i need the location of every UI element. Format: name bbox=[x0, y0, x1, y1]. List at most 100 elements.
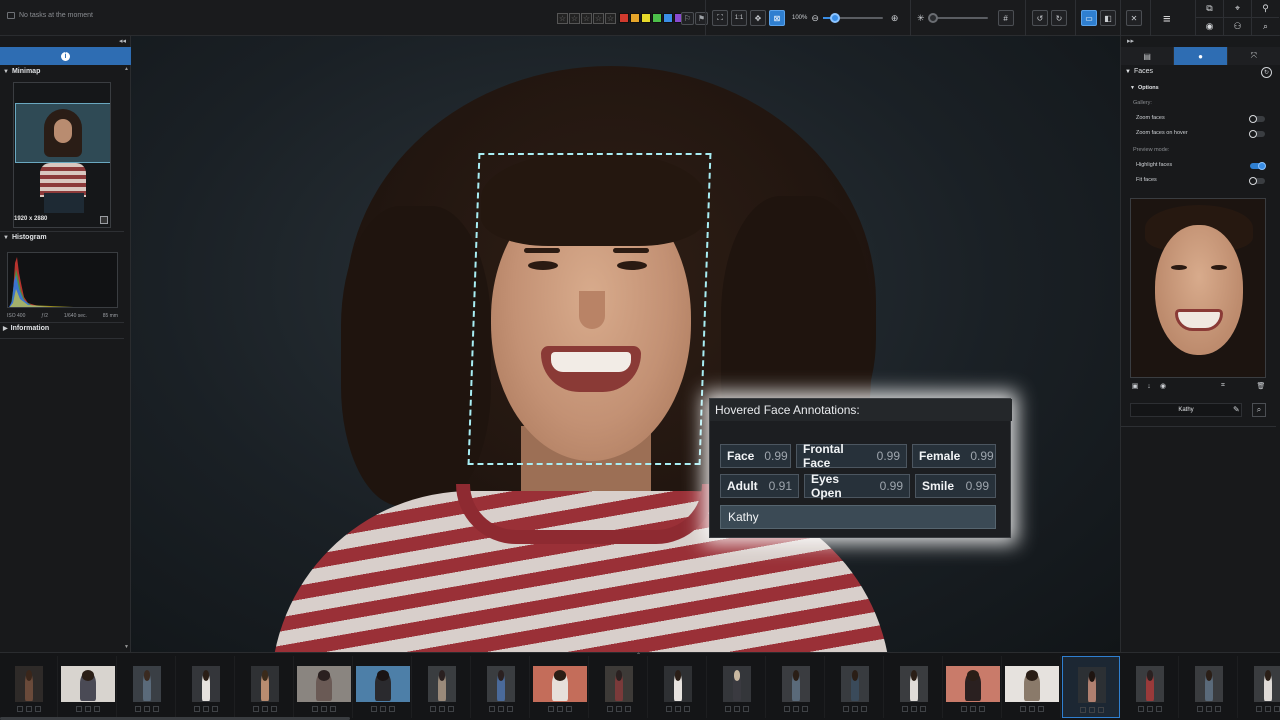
collapse-right-icon[interactable]: ▸▸ bbox=[1127, 37, 1134, 45]
filmstrip-thumbnail[interactable] bbox=[649, 656, 707, 718]
tag-female[interactable]: Female 0.99 bbox=[912, 444, 996, 468]
flag-icon[interactable] bbox=[548, 706, 554, 712]
filmstrip-thumbnail[interactable] bbox=[708, 656, 766, 718]
color-label-swatch[interactable] bbox=[652, 13, 662, 23]
refresh-faces-icon[interactable]: ↻ bbox=[1261, 67, 1272, 78]
image-icon[interactable] bbox=[100, 216, 108, 224]
flag-icon[interactable] bbox=[144, 706, 150, 712]
scroll-up-icon[interactable]: ▲ bbox=[124, 66, 129, 72]
flag-icon[interactable] bbox=[1156, 706, 1162, 712]
flag-icon[interactable] bbox=[743, 706, 749, 712]
flag-icon[interactable] bbox=[94, 706, 100, 712]
flag-icon[interactable] bbox=[1080, 707, 1086, 713]
flag-icon[interactable] bbox=[979, 706, 985, 712]
edit-list-icon[interactable]: ≡ bbox=[1163, 10, 1171, 26]
rotate-left-icon[interactable]: ↺ bbox=[1032, 10, 1048, 26]
flag-icon[interactable] bbox=[271, 706, 277, 712]
tab-metadata[interactable]: ▤ bbox=[1121, 47, 1175, 65]
scroll-down-icon[interactable]: ▼ bbox=[124, 644, 129, 650]
flag-icon[interactable] bbox=[675, 706, 681, 712]
flag-icon[interactable] bbox=[725, 706, 731, 712]
flag-icon[interactable] bbox=[135, 706, 141, 712]
filmstrip-thumbnail[interactable] bbox=[59, 656, 117, 718]
rating-star-icon[interactable]: ☆ bbox=[581, 12, 592, 24]
flag-icon[interactable] bbox=[1138, 706, 1144, 712]
tab-transform[interactable]: ⤧ bbox=[1227, 47, 1280, 65]
search-icon[interactable]: ⌕ bbox=[1251, 18, 1279, 36]
filmstrip-thumbnail[interactable] bbox=[826, 656, 884, 718]
tag-eyes-open[interactable]: Eyes Open 0.99 bbox=[804, 472, 910, 500]
flag-icon[interactable] bbox=[439, 706, 445, 712]
flag-icon[interactable] bbox=[1089, 707, 1095, 713]
tag-frontal-face[interactable]: Frontal Face 0.99 bbox=[796, 442, 907, 470]
color-label-swatch[interactable] bbox=[630, 13, 640, 23]
tag-smile[interactable]: Smile 0.99 bbox=[915, 474, 996, 498]
exposure-slider[interactable] bbox=[927, 13, 988, 23]
exposure-slider-knob[interactable] bbox=[927, 13, 938, 23]
collapse-left-icon[interactable]: ◂◂ bbox=[119, 37, 126, 45]
face-preview[interactable] bbox=[1130, 198, 1266, 378]
filmstrip-thumbnail[interactable] bbox=[767, 656, 825, 718]
brightness-icon[interactable]: ✳ bbox=[917, 13, 925, 24]
flag-icon[interactable] bbox=[802, 706, 808, 712]
grid-overlay-icon[interactable]: # bbox=[997, 10, 1014, 26]
flag-icon[interactable] bbox=[1265, 706, 1271, 712]
focus-icon[interactable]: ⌗ bbox=[1218, 381, 1228, 391]
fill-icon[interactable]: ⊠ bbox=[769, 10, 785, 26]
flag-icon[interactable] bbox=[1215, 706, 1221, 712]
pick-flag-icon[interactable]: ⚐ bbox=[681, 11, 694, 25]
flag-icon[interactable] bbox=[911, 706, 917, 712]
filmstrip-thumbnail[interactable] bbox=[1003, 656, 1061, 718]
flag-icon[interactable] bbox=[1038, 706, 1044, 712]
filmstrip-thumbnail[interactable] bbox=[1180, 656, 1238, 718]
flag-icon[interactable] bbox=[430, 706, 436, 712]
delete-icon[interactable]: 🗑 bbox=[1256, 381, 1266, 391]
filmstrip-thumbnail[interactable] bbox=[1062, 656, 1120, 718]
tag-face[interactable]: Face 0.99 bbox=[720, 444, 791, 468]
face-bounding-box[interactable] bbox=[467, 153, 712, 465]
flag-icon[interactable] bbox=[35, 706, 41, 712]
flag-icon[interactable] bbox=[76, 706, 82, 712]
flag-icon[interactable] bbox=[153, 706, 159, 712]
flag-icon[interactable] bbox=[389, 706, 395, 712]
flag-icon[interactable] bbox=[1256, 706, 1262, 712]
faces-header[interactable]: ▼ Faces bbox=[1125, 68, 1153, 75]
flag-icon[interactable] bbox=[371, 706, 377, 712]
copy-icon[interactable]: ⧉ bbox=[1195, 0, 1223, 18]
flag-icon[interactable] bbox=[852, 706, 858, 712]
flag-icon[interactable] bbox=[448, 706, 454, 712]
edit-name-icon[interactable]: ✎ bbox=[1233, 405, 1240, 414]
filmstrip-thumbnail[interactable] bbox=[885, 656, 943, 718]
zoom-slider[interactable] bbox=[822, 13, 883, 23]
filmstrip-thumbnail[interactable] bbox=[1239, 656, 1280, 718]
minimap[interactable]: 1920 x 2880 bbox=[13, 82, 111, 228]
face-scan-icon[interactable]: ◉ bbox=[1158, 381, 1168, 391]
filmstrip-thumbnail[interactable] bbox=[531, 656, 589, 718]
fit-faces-toggle[interactable] bbox=[1249, 177, 1265, 185]
compare-view-icon[interactable]: ◧ bbox=[1100, 10, 1116, 26]
histogram-header[interactable]: ▼ Histogram bbox=[3, 234, 47, 241]
rating-star-icon[interactable]: ☆ bbox=[557, 12, 568, 24]
left-scrollbar[interactable]: ▲ ▼ bbox=[124, 66, 130, 652]
flag-icon[interactable] bbox=[616, 706, 622, 712]
person-name-tag[interactable]: Kathy bbox=[720, 505, 996, 529]
color-label-swatch[interactable] bbox=[619, 13, 629, 23]
reject-flag-icon[interactable]: ⚑ bbox=[695, 11, 708, 25]
filmstrip-thumbnail[interactable] bbox=[118, 656, 176, 718]
flag-icon[interactable] bbox=[330, 706, 336, 712]
close-icon[interactable]: ✕ bbox=[1126, 10, 1142, 26]
flag-icon[interactable] bbox=[203, 706, 209, 712]
options-header[interactable]: ▼ Options bbox=[1130, 85, 1159, 91]
tab-info[interactable]: i bbox=[0, 47, 131, 65]
filmstrip-thumbnail[interactable] bbox=[354, 656, 412, 718]
color-label-swatch[interactable] bbox=[663, 13, 673, 23]
search-person-icon[interactable]: ⌕ bbox=[1252, 403, 1266, 417]
face-detect-icon[interactable]: ◉ bbox=[1195, 18, 1223, 36]
color-label-swatch[interactable] bbox=[641, 13, 651, 23]
flag-icon[interactable] bbox=[666, 706, 672, 712]
flag-icon[interactable] bbox=[498, 706, 504, 712]
flag-icon[interactable] bbox=[312, 706, 318, 712]
rating-star-icon[interactable]: ☆ bbox=[605, 12, 616, 24]
fullscreen-icon[interactable]: ⛶ bbox=[712, 10, 728, 26]
flag-icon[interactable] bbox=[625, 706, 631, 712]
